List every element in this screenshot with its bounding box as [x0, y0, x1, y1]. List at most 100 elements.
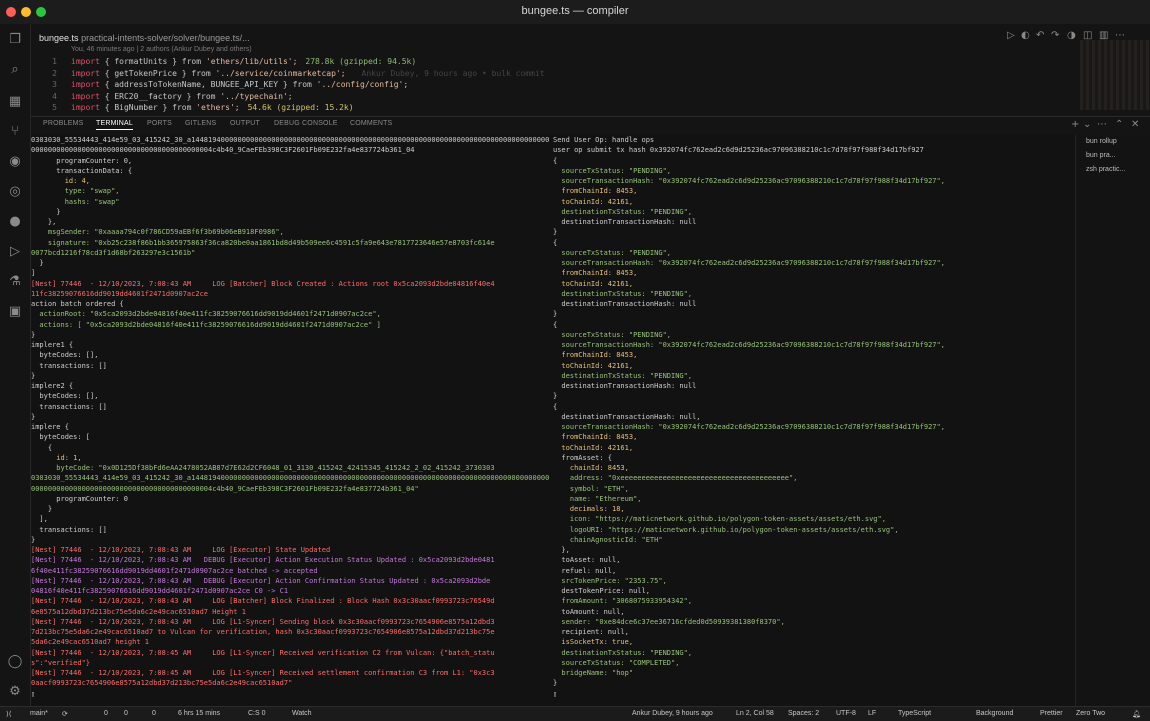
terminal-session-1[interactable]: bun rollup: [1086, 138, 1117, 145]
terminal-line: implere1 {: [31, 341, 74, 349]
terminal-line: 7d213bc75e5da6c2e49cac6510ad7 to Vulcan …: [31, 628, 495, 636]
terminal-line: [Nest] 77446 - 12/10/2023, 7:08:43 AM LO…: [31, 617, 495, 626]
terminal-line: [Nest] 77446 - 12/10/2023, 7:08:43 AM LO…: [31, 597, 495, 606]
blame-status[interactable]: Ankur Dubey, 9 hours ago: [632, 710, 713, 717]
compare-icon[interactable]: ◐: [1021, 30, 1030, 41]
line-number: 2: [52, 68, 57, 78]
account-icon[interactable]: ◯: [7, 654, 23, 670]
terminal-line: ▯: [31, 689, 36, 698]
codelens-blame[interactable]: You, 46 minutes ago | 2 authors (Ankur D…: [71, 46, 252, 53]
errors-count[interactable]: 0: [104, 710, 108, 717]
terminal-line: action batch ordered {: [31, 300, 124, 308]
terminal-line: }: [31, 259, 44, 267]
panel-more-icon[interactable]: ⋯: [1097, 119, 1107, 130]
language-mode[interactable]: TypeScript: [898, 710, 931, 717]
code-line[interactable]: 1 import { formatUnits } from 'ethers/lib…: [31, 56, 416, 68]
go-forward-icon[interactable]: ↷: [1051, 30, 1059, 41]
terminal-line: implere {: [31, 423, 69, 431]
breadcrumb[interactable]: practical-intents-solver/solver/bungee.t…: [81, 33, 250, 43]
import-specifiers: { ERC20__factory } from: [99, 91, 221, 101]
code-line[interactable]: 3 import { addressToTokenName, BUNGEE_API…: [31, 79, 408, 91]
new-terminal-icon[interactable]: +: [1071, 119, 1079, 130]
docker-icon[interactable]: ▣: [7, 304, 23, 320]
terminal-line: sourceTransactionHash: "0x392074fc762ead…: [553, 423, 945, 431]
terminal-line: [Nest] 77446 - 12/10/2023, 7:08:45 AM LO…: [31, 648, 495, 657]
terminal-line: actions: [ "0x5ca2093d2bde04816f40e411fc…: [31, 320, 381, 329]
go-back-icon[interactable]: ↶: [1036, 30, 1044, 41]
terminal-line: }: [553, 392, 558, 401]
tab-output[interactable]: OUTPUT: [230, 120, 260, 127]
background-toggle[interactable]: Background: [976, 710, 1013, 717]
terminal-line: msgSender: "0xaaaa794c0f786CD59aEBf6f3b6…: [31, 228, 284, 237]
extensions-icon[interactable]: ▦: [7, 94, 23, 110]
cs-indicator[interactable]: C:S 0: [248, 710, 266, 717]
sync-icon[interactable]: ⟳: [62, 710, 68, 718]
terminal-line: 0303030_55534443_414e59_03_415242_30_a14…: [31, 136, 549, 144]
terminal-right[interactable]: Send User Op: handle ops user op submit t…: [553, 135, 1073, 706]
maximize-panel-icon[interactable]: ⌃: [1115, 119, 1123, 130]
tab-debug-console[interactable]: DEBUG CONSOLE: [274, 120, 338, 127]
terminal-line: }: [31, 371, 36, 380]
tab-ports[interactable]: PORTS: [147, 120, 172, 127]
terminal-left[interactable]: 0303030_55534443_414e59_03_415242_30_a14…: [31, 135, 549, 706]
tab-gitlens[interactable]: GITLENS: [185, 120, 216, 127]
terminal-session-3[interactable]: zsh practic...: [1086, 166, 1125, 173]
terminal-session-list: bun rollup bun pra... zsh practic...: [1075, 135, 1150, 706]
indentation[interactable]: Spaces: 2: [788, 710, 819, 717]
tab-filename: bungee.ts: [39, 33, 79, 43]
explorer-icon[interactable]: ❐: [7, 32, 23, 48]
tab-comments[interactable]: COMMENTS: [350, 120, 392, 127]
terminal-line: byteCode: "0x0D125Df38bFd6eAA2478052AB87…: [31, 464, 495, 472]
editor-tab[interactable]: bungee.ts practical-intents-solver/solve…: [39, 28, 250, 48]
module-path: '../service/coinmarketcap';: [215, 68, 346, 78]
github-icon[interactable]: ●: [7, 214, 23, 230]
run-icon[interactable]: ▷: [1007, 30, 1015, 41]
source-control-icon[interactable]: ⑂: [7, 124, 23, 140]
warnings-count[interactable]: 0: [124, 710, 128, 717]
minimap[interactable]: [1080, 40, 1150, 110]
gitlens-icon[interactable]: ◎: [7, 184, 23, 200]
terminal-dropdown-icon[interactable]: ⌄: [1083, 119, 1091, 130]
terminal-line: recipient: null,: [553, 628, 629, 636]
module-path: 'ethers';: [196, 103, 240, 112]
testing-icon[interactable]: ⚗: [7, 274, 23, 290]
tab-problems[interactable]: PROBLEMS: [43, 120, 84, 127]
search-icon[interactable]: ⌕: [7, 62, 23, 78]
run-debug-icon[interactable]: ▷: [7, 244, 23, 260]
code-line[interactable]: 2 import { getTokenPrice } from '../servi…: [31, 68, 544, 80]
module-path: '../config/config';: [316, 80, 409, 89]
cursor-position[interactable]: Ln 2, Col 58: [736, 710, 774, 717]
terminal-line: ]: [31, 269, 36, 278]
terminal-line: transactions: []: [31, 402, 107, 411]
open-changes-icon[interactable]: ◑: [1067, 30, 1076, 41]
terminal-line: ▯: [553, 689, 558, 698]
close-panel-icon[interactable]: ✕: [1131, 119, 1139, 130]
code-line[interactable]: 5 import { BigNumber } from 'ethers'; 54.6…: [31, 102, 353, 114]
terminal-line: signature: "0xb25c238f86b1bb365975863f36…: [31, 238, 495, 247]
code-line[interactable]: 4 import { ERC20__factory } from '../type…: [31, 91, 292, 103]
eol[interactable]: LF: [868, 710, 876, 717]
terminal-line: fromAmount: "3068075933954342",: [553, 597, 693, 606]
remote-icon[interactable]: ⟩⟨: [6, 710, 11, 718]
terminal-line: type: "swap",: [31, 187, 120, 196]
notifications-icon[interactable]: 🔔︎: [1132, 710, 1141, 718]
branch-indicator[interactable]: main*: [30, 710, 48, 717]
time-tracker[interactable]: 6 hrs 15 mins: [178, 710, 220, 717]
encoding[interactable]: UTF-8: [836, 710, 856, 717]
watch-toggle[interactable]: Watch: [292, 710, 312, 717]
terminal-line: name: "Ethereum",: [553, 494, 642, 503]
prettier-status[interactable]: Prettier: [1040, 710, 1063, 717]
terminal-line: }: [553, 679, 558, 688]
terminal-line: 11fc38259076616dd9019dd4601f2471d0907ac2…: [31, 289, 209, 298]
terminal-line: bridgeName: "hop": [553, 669, 634, 677]
manage-gear-icon[interactable]: ⚙: [7, 684, 23, 700]
tab-terminal[interactable]: TERMINAL: [96, 120, 133, 130]
terminal-session-2[interactable]: bun pra...: [1086, 152, 1116, 159]
theme-name[interactable]: Zero Two: [1076, 710, 1105, 717]
terminal-line: {: [553, 156, 558, 165]
ports-count[interactable]: 0: [152, 710, 156, 717]
terminal-line: fromChainId: 8453,: [553, 433, 638, 442]
terminal-line: sourceTransactionHash: "0x392074fc762ead…: [553, 177, 945, 185]
terminal-line: destinationTransactionHash: null: [553, 218, 697, 226]
remote-explorer-icon[interactable]: ◉: [7, 154, 23, 170]
